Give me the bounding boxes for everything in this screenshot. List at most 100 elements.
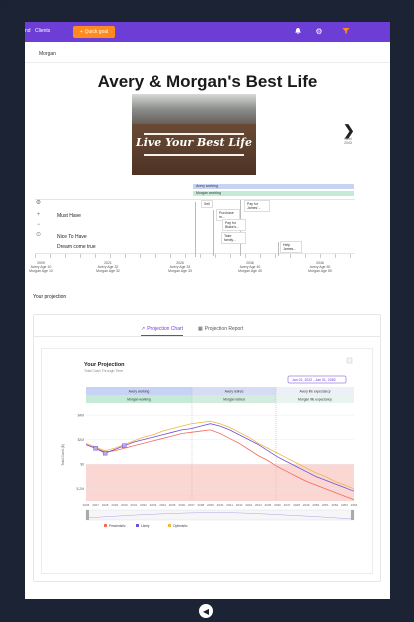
- table-icon: ▦: [198, 326, 203, 332]
- y-tick-label: $-2M: [76, 487, 84, 491]
- vision-image: Live Your Best Life: [132, 94, 256, 175]
- goal-card[interactable]: Take family...: [221, 232, 246, 244]
- legend-label: Pessimistic: [109, 524, 126, 528]
- home-button-icon[interactable]: ◀: [199, 604, 213, 618]
- priority-row-must-have: Must Have: [57, 213, 81, 219]
- brush-handle-right: [351, 510, 354, 520]
- bell-icon[interactable]: [293, 27, 303, 37]
- axis-morgan-age: Morgan Age 10: [29, 269, 53, 273]
- hero-sand: [132, 124, 256, 175]
- timeline-year-tick: [230, 254, 231, 258]
- breadcrumb[interactable]: Morgan: [39, 51, 56, 57]
- x-tick-label: 2038: [198, 503, 205, 507]
- goal-card[interactable]: Sell: [201, 200, 213, 208]
- timeline-bar-morgan[interactable]: Morgan working: [193, 191, 354, 196]
- legend-swatch: [168, 524, 171, 527]
- goal-card[interactable]: Pay for James'...: [244, 200, 270, 212]
- axis-morgan-age: Morgan Age 50: [308, 269, 332, 273]
- chart-subtitle: Total Cash Through Time: [84, 369, 123, 373]
- phase-label: Morgan life expectancy: [298, 398, 332, 402]
- hero-rule-top: [144, 133, 244, 135]
- hero-wave: [132, 94, 256, 128]
- brush-handle-left: [86, 510, 89, 520]
- x-tick-label: 2028: [102, 503, 109, 507]
- timeline-bar-avery[interactable]: Avery working: [193, 184, 354, 189]
- goal-event-marker: [93, 446, 98, 451]
- goal-card[interactable]: Help James...: [280, 241, 302, 253]
- gear-icon[interactable]: ⚙: [314, 27, 324, 37]
- timeline-year-tick: [350, 254, 351, 258]
- plus-icon: +: [79, 29, 83, 35]
- goal-card[interactable]: Pay for Blake's...: [222, 219, 246, 231]
- x-tick-label: 2029: [111, 503, 118, 507]
- x-tick-label: 2053: [341, 503, 348, 507]
- funnel-icon[interactable]: [341, 27, 351, 37]
- projection-chart[interactable]: Your ProjectionTotal Cash Through Time Ja…: [42, 349, 374, 575]
- x-tick-label: 2037: [188, 503, 195, 507]
- priority-row-dream: Dream come true: [57, 244, 96, 250]
- x-tick-label: 2050: [312, 503, 319, 507]
- next-label: Next 2043: [344, 137, 352, 145]
- x-tick-label: 2039: [207, 503, 214, 507]
- x-tick-label: 2048: [293, 503, 300, 507]
- x-tick-label: 2049: [303, 503, 310, 507]
- timeline-year-tick: [140, 254, 141, 258]
- tab-label: Projection Report: [204, 326, 244, 332]
- timeline-year-tick: [125, 254, 126, 258]
- phase-label: Avery life expectancy: [299, 390, 330, 394]
- y-tick-label: $0: [80, 462, 84, 466]
- tab-projection-report[interactable]: ▦ Projection Report: [198, 322, 243, 336]
- timeline-year-tick: [215, 254, 216, 258]
- timeline-year-tick: [155, 254, 156, 258]
- nav-link-clients[interactable]: Clients: [35, 28, 50, 34]
- timeline-year-tick: [185, 254, 186, 258]
- x-tick-label: 2054: [351, 503, 358, 507]
- phase-label: Morgan retired: [223, 398, 245, 402]
- quick-goal-button[interactable]: + Quick goal: [73, 26, 115, 38]
- x-tick-label: 2035: [169, 503, 176, 507]
- top-nav-bar: nd Clients + Quick goal ⚙: [25, 22, 390, 42]
- zoom-out-icon[interactable]: −: [35, 222, 42, 229]
- x-tick-label: 2030: [121, 503, 128, 507]
- section-heading: Your projection: [33, 294, 67, 300]
- axis-morgan-age: Morgan Age 40: [238, 269, 262, 273]
- timeline-year-tick: [245, 254, 246, 258]
- goal-marker: [278, 242, 279, 256]
- timeline-year-tick: [65, 254, 66, 258]
- hero-rule-bottom: [144, 154, 244, 156]
- hero-caption: Live Your Best Life: [135, 136, 253, 149]
- nav-link-partial[interactable]: nd: [25, 28, 31, 34]
- legend-swatch: [104, 524, 107, 527]
- y-tick-label: $2M: [78, 438, 85, 442]
- goal-event-marker: [102, 450, 108, 456]
- legend-swatch: [136, 524, 139, 527]
- y-axis-label: Total Cash ($): [61, 444, 65, 466]
- tab-projection-chart[interactable]: ↗ Projection Chart: [141, 322, 184, 336]
- zoom-in-icon[interactable]: +: [35, 212, 42, 219]
- settings-icon[interactable]: ⚙: [35, 200, 42, 207]
- range-brush: [85, 509, 355, 521]
- goal-marker: [213, 210, 214, 256]
- priority-row-nice-to-have: Nice To Have: [57, 234, 87, 240]
- timeline-year-tick: [320, 254, 321, 258]
- x-tick-label: 2044: [255, 503, 262, 507]
- tab-label: Projection Chart: [147, 325, 184, 332]
- x-tick-label: 2027: [92, 503, 99, 507]
- axis-label-4: 2036 Avery Age 40 Morgan Age 40: [235, 261, 265, 273]
- chart-line-icon: ↗: [141, 325, 146, 332]
- timeline-year-tick: [260, 254, 261, 258]
- x-tick-label: 2051: [322, 503, 329, 507]
- timeline-year-tick: [170, 254, 171, 258]
- x-tick-label: 2043: [245, 503, 252, 507]
- x-tick-label: 2040: [217, 503, 224, 507]
- zoom-reset-icon[interactable]: ⊙: [35, 232, 42, 239]
- x-tick-label: 2034: [159, 503, 166, 507]
- chart-title: Your Projection: [84, 362, 125, 368]
- timeline-year-tick: [110, 254, 111, 258]
- date-range-text: Jan 01, 2022 - Jan 01, 2083: [292, 378, 336, 382]
- x-tick-label: 2042: [236, 503, 243, 507]
- x-tick-label: 2033: [150, 503, 157, 507]
- x-tick-label: 2031: [131, 503, 138, 507]
- timeline-year-tick: [275, 254, 276, 258]
- goal-marker: [195, 202, 196, 257]
